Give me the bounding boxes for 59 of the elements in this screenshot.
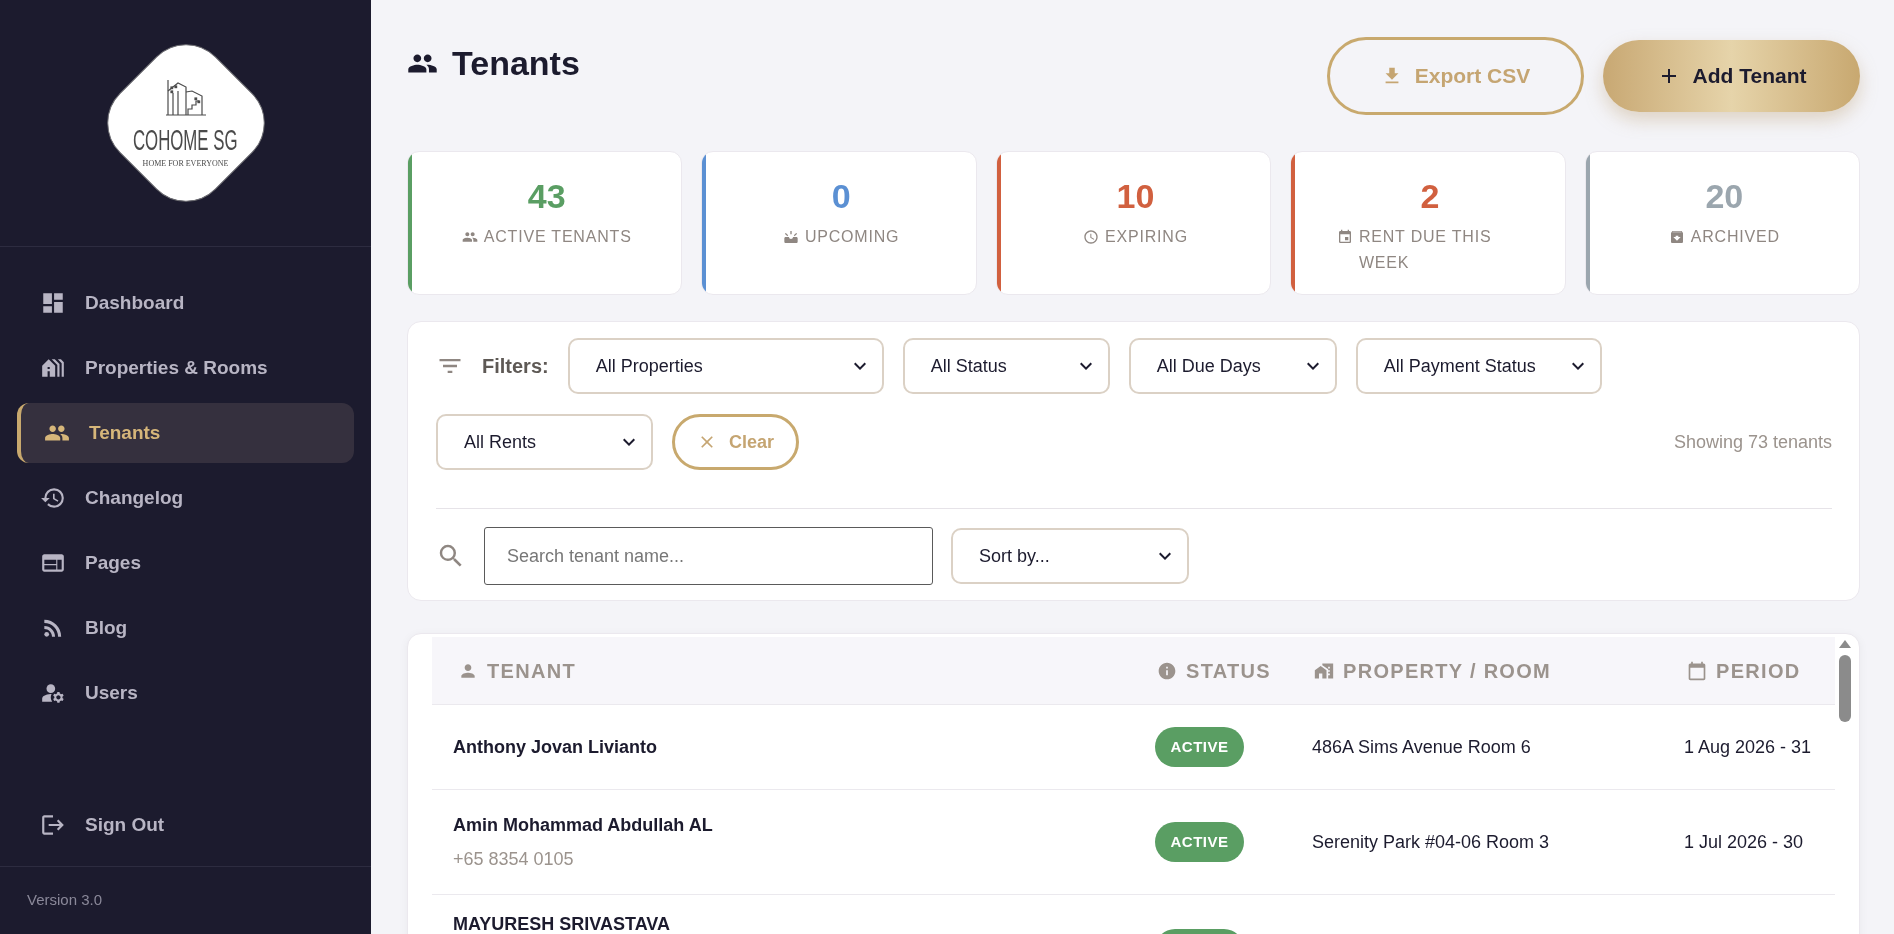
stat-value: 20 bbox=[1705, 176, 1744, 216]
filters-label: Filters: bbox=[482, 354, 549, 379]
filter-dropdown[interactable]: All Rents bbox=[436, 414, 653, 470]
status-badge: ACTIVE bbox=[1155, 822, 1244, 862]
tenant-name: MAYURESH SRIVASTAVA bbox=[453, 915, 672, 933]
people-icon bbox=[461, 229, 478, 245]
tenant-name: Amin Mohammad Abdullah AL bbox=[453, 814, 714, 837]
info-icon bbox=[1157, 660, 1177, 681]
stat-value: 0 bbox=[831, 176, 851, 216]
sidebar-nav-item[interactable]: Changelog bbox=[17, 468, 354, 528]
stat-label: ACTIVE TENANTS bbox=[483, 227, 632, 247]
filter-dropdown[interactable]: All Properties bbox=[567, 338, 884, 394]
property-room: 486A Sims Avenue Room 6 bbox=[1312, 736, 1531, 757]
stat-label: UPCOMING bbox=[804, 227, 900, 247]
column-header: PERIOD bbox=[1716, 658, 1801, 684]
tenant-phone: +65 8354 0105 bbox=[453, 848, 575, 871]
version-label: Version 3.0 bbox=[27, 890, 103, 911]
calendar-icon bbox=[1687, 660, 1707, 681]
sidebar-nav-item[interactable]: Blog bbox=[17, 598, 354, 658]
rental-period: 1 Jul 2026 - 30 bbox=[1684, 831, 1804, 852]
tenant-name: Anthony Jovan Livianto bbox=[453, 736, 658, 759]
rental-period: 1 Aug 2026 - 31 bbox=[1684, 736, 1812, 757]
calendar-icon bbox=[1336, 229, 1353, 245]
sidebar-nav-item[interactable]: Tenants bbox=[17, 403, 354, 463]
add-tenant-button[interactable]: Add Tenant bbox=[1603, 40, 1860, 112]
property-room: Serenity Park #04-06 Room 3 bbox=[1312, 831, 1550, 852]
filter-dropdown[interactable]: All Payment Status bbox=[1355, 338, 1602, 394]
brand-tagline: HOME FOR EVERYONE bbox=[142, 159, 229, 169]
tray-icon bbox=[782, 229, 799, 245]
scroll-up-arrow-icon[interactable] bbox=[1839, 640, 1851, 648]
stat-value: 43 bbox=[527, 176, 566, 216]
stat-value: 2 bbox=[1420, 176, 1440, 216]
sidebar-nav-item[interactable]: Users bbox=[17, 663, 354, 723]
status-badge: ACTIVE bbox=[1155, 727, 1244, 767]
page-title: Tenants bbox=[452, 43, 580, 84]
dashboard-icon bbox=[40, 290, 66, 316]
sidebar-nav-item[interactable]: Pages bbox=[17, 533, 354, 593]
stat-label: RENT DUE THIS WEEK bbox=[1358, 227, 1493, 273]
filter-dropdown[interactable]: All Due Days bbox=[1128, 338, 1337, 394]
archive-box-icon bbox=[1668, 229, 1685, 245]
scrollbar-thumb[interactable] bbox=[1839, 655, 1851, 722]
clock-icon bbox=[1083, 229, 1100, 245]
filter-dropdown[interactable]: All Status bbox=[902, 338, 1110, 394]
sign-out-link[interactable]: Sign Out bbox=[17, 795, 354, 855]
building-icon bbox=[164, 79, 207, 116]
history-icon bbox=[40, 485, 66, 511]
stat-label: ARCHIVED bbox=[1690, 227, 1780, 247]
result-count: Showing 73 tenants bbox=[1673, 430, 1832, 454]
sidebar-nav-item[interactable]: Properties & Rooms bbox=[17, 338, 354, 398]
logout-icon bbox=[40, 812, 66, 838]
column-header: STATUS bbox=[1186, 658, 1271, 684]
search-field[interactable]: Search tenant name... bbox=[484, 527, 933, 585]
brand-name: COHOME SG bbox=[133, 125, 238, 155]
column-header: TENANT bbox=[487, 658, 576, 684]
column-header: PROPERTY / ROOM bbox=[1343, 658, 1552, 684]
sidebar-nav-item[interactable]: Dashboard bbox=[17, 273, 354, 333]
stat-value: 10 bbox=[1116, 176, 1155, 216]
stat-label: EXPIRING bbox=[1105, 227, 1188, 247]
sort-dropdown[interactable]: Sort by... bbox=[951, 528, 1189, 584]
